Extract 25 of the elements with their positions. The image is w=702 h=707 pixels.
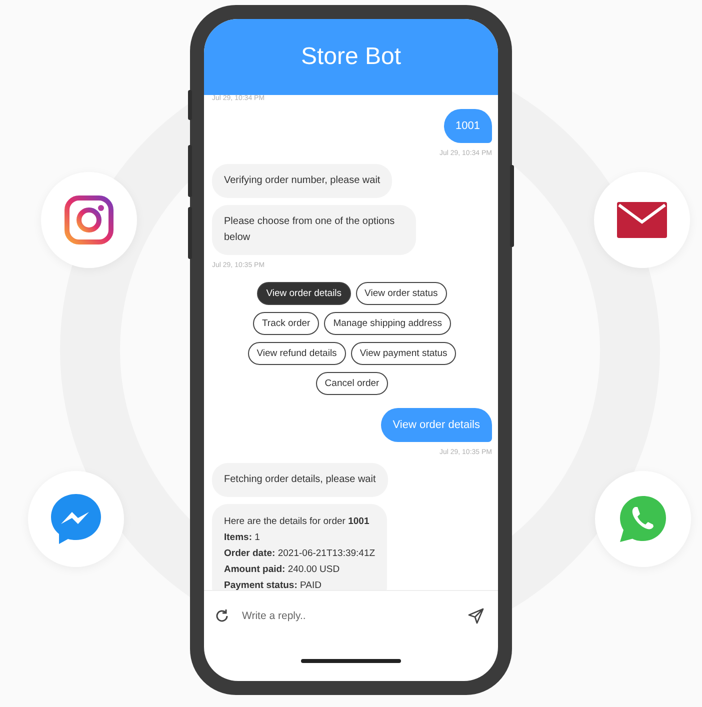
option-chip[interactable]: View order status [356, 282, 447, 305]
detail-line: Here are the details for order 1001 [224, 515, 370, 529]
detail-line: Order date: 2021-06-21T13:39:41Z [224, 547, 376, 561]
camera-icon [64, 195, 114, 245]
refresh-icon[interactable] [214, 608, 230, 624]
option-chip[interactable]: View payment status [350, 342, 456, 365]
option-chip[interactable]: Track order [252, 312, 320, 335]
chat-bubble: Please choose from one of the options below [212, 205, 416, 255]
detail-line: Amount paid: 240.00 USD [224, 563, 341, 577]
option-chip[interactable]: View refund details [248, 342, 346, 365]
option-chip[interactable]: Cancel order [316, 372, 388, 395]
envelope-icon [617, 202, 667, 238]
detail-line: Items: 1 [224, 531, 261, 545]
chat-title: Store Bot [300, 43, 402, 71]
detail-line: Payment status: PAID [224, 579, 322, 590]
phone-chat-icon [618, 494, 668, 544]
chat-bubble: 1001 [444, 109, 492, 143]
option-chip[interactable]: View order details [257, 282, 351, 305]
chat-bubble: Fetching order details, please wait [212, 463, 388, 497]
send-icon[interactable] [468, 608, 484, 624]
option-chip[interactable]: Manage shipping address [324, 312, 451, 335]
chat-bolt-icon [48, 491, 104, 547]
chat-bubble: Verifying order number, please wait [212, 164, 392, 198]
chat-bubble: View order details [380, 408, 492, 442]
reply-field[interactable]: Write a reply.. [240, 609, 458, 623]
